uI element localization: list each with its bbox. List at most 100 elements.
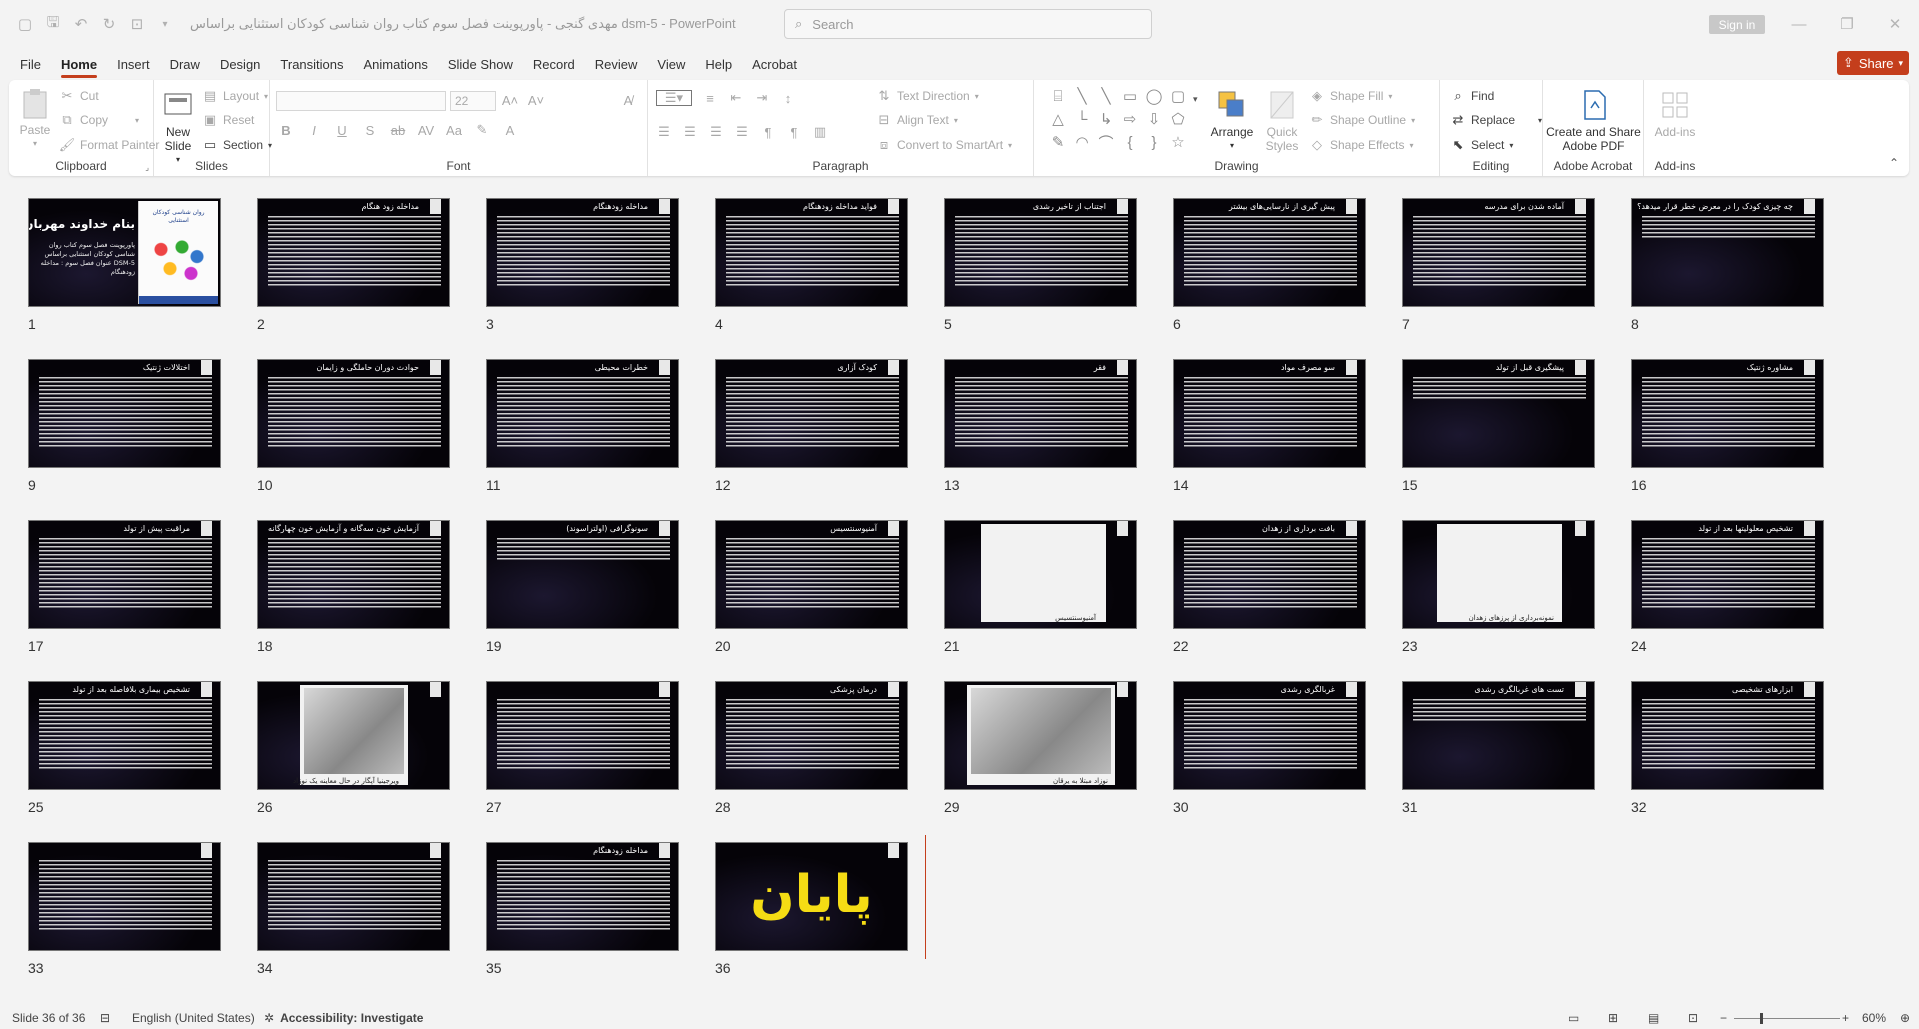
share-button[interactable]: ⇪ Share ▾ [1837, 51, 1909, 75]
slide-thumbnail[interactable] [28, 842, 221, 951]
convert-smartart-button[interactable]: ⧈ Convert to SmartArt ▾ [876, 137, 1012, 153]
slide-thumbnail[interactable]: تشخیص معلولیتها بعد از تولد [1631, 520, 1824, 629]
columns-icon[interactable]: ▥ [812, 124, 828, 140]
highlight-icon[interactable]: ✎ [474, 122, 490, 138]
close-icon[interactable]: ✕ [1880, 10, 1910, 38]
clear-formatting-button[interactable]: A̸ [620, 92, 636, 108]
present-icon[interactable]: ⊡ [126, 13, 148, 35]
bullets-icon[interactable]: ☰▾ [656, 90, 692, 106]
line-shape-icon[interactable]: ╲ [1073, 87, 1091, 105]
tab-file[interactable]: File [10, 57, 51, 78]
text-direction-button[interactable]: ⇅ Text Direction ▾ [876, 88, 979, 104]
slide-sorter-view-icon[interactable]: ⊞ [1608, 1011, 1618, 1025]
paste-button[interactable]: Paste ▾ [15, 86, 55, 151]
rounded-rect-shape-icon[interactable]: ▢ [1169, 87, 1187, 105]
arrange-button[interactable]: Arrange ▾ [1209, 88, 1255, 153]
align-right-icon[interactable]: ☰ [708, 124, 724, 140]
brace-left-shape-icon[interactable]: { [1121, 133, 1139, 151]
shapes-gallery[interactable]: ⌸ ╲ ╲ ▭ ◯ ▢ △ └ ↳ ⇨ ⇩ ⬠ ✎ ◠ ⌒ {} ☆ [1049, 87, 1189, 152]
justify-icon[interactable]: ☰ [734, 124, 750, 140]
slide-counter[interactable]: Slide 36 of 36 [12, 1011, 85, 1025]
change-case-icon[interactable]: Aa [446, 122, 462, 138]
reading-view-icon[interactable]: ▤ [1648, 1011, 1659, 1025]
zoom-slider[interactable] [1734, 1018, 1840, 1019]
slide-thumbnail[interactable]: حوادث دوران حاملگی و زایمان [257, 359, 450, 468]
slide-thumbnail[interactable]: نوزاد مبتلا به یرقان [944, 681, 1137, 790]
slide-thumbnail[interactable]: آمنیوسنتسیس [715, 520, 908, 629]
slide-thumbnail[interactable]: آماده شدن برای مدرسه [1402, 198, 1595, 307]
slide-thumbnail[interactable]: مشاوره ژنتیک [1631, 359, 1824, 468]
slide-thumbnail[interactable]: تشخیص بیماری بلافاصله بعد از تولد [28, 681, 221, 790]
tab-slide-show[interactable]: Slide Show [438, 57, 523, 78]
slide-thumbnail[interactable]: آزمایش خون سه‌گانه و آزمایش خون چهارگانه [257, 520, 450, 629]
shape-effects-button[interactable]: ◇ Shape Effects ▾ [1309, 137, 1414, 153]
cut-button[interactable]: ✂ Cut [59, 88, 99, 104]
elbow-arrow-icon[interactable]: ↳ [1097, 110, 1115, 128]
align-left-icon[interactable]: ☰ [656, 124, 672, 140]
underline-icon[interactable]: U [334, 122, 350, 138]
increase-font-button[interactable]: A˄ [502, 92, 518, 108]
align-center-icon[interactable]: ☰ [682, 124, 698, 140]
strikethrough-icon[interactable]: ab [390, 122, 406, 138]
language-indicator[interactable]: English (United States) [132, 1011, 255, 1025]
autosave-icon[interactable]: ▢ [14, 13, 36, 35]
slide-thumbnail[interactable]: تست های غربالگری رشدی [1402, 681, 1595, 790]
tab-help[interactable]: Help [695, 57, 742, 78]
line-spacing-icon[interactable]: ↕ [780, 90, 796, 106]
slide-thumbnail[interactable]: کودک آزاری [715, 359, 908, 468]
zoom-level[interactable]: 60% [1862, 1011, 1886, 1025]
slide-thumbnail[interactable]: سو مصرف مواد [1173, 359, 1366, 468]
slide-thumbnail[interactable]: بافت برداری از زهدان [1173, 520, 1366, 629]
tab-view[interactable]: View [647, 57, 695, 78]
star-shape-icon[interactable]: ☆ [1169, 133, 1187, 151]
dialog-launcher-icon[interactable]: ⌟ [145, 163, 149, 172]
tab-insert[interactable]: Insert [107, 57, 160, 78]
slide-thumbnail[interactable]: اختلالات ژنتیک [28, 359, 221, 468]
ltr-icon[interactable]: ¶ [760, 124, 776, 140]
tab-record[interactable]: Record [523, 57, 585, 78]
elbow-connector-icon[interactable]: └ [1073, 110, 1091, 128]
slide-thumbnail[interactable]: بنام خداوند مهربان پاورپوینت فصل سوم کتاب… [28, 198, 221, 307]
zoom-in-icon[interactable]: + [1842, 1011, 1849, 1025]
slide-thumbnail[interactable]: خطرات محیطی [486, 359, 679, 468]
line-shape-icon[interactable]: ╲ [1097, 87, 1115, 105]
normal-view-icon[interactable]: ▭ [1568, 1011, 1579, 1025]
tab-draw[interactable]: Draw [160, 57, 210, 78]
slide-thumbnail[interactable]: سونوگرافی (اولتراسوند) [486, 520, 679, 629]
slide-thumbnail[interactable] [486, 681, 679, 790]
slideshow-view-icon[interactable]: ⊡ [1688, 1011, 1698, 1025]
customize-qat-icon[interactable]: ▾ [154, 13, 176, 35]
fit-slide-icon[interactable]: ⊕ [1900, 1011, 1910, 1025]
section-button[interactable]: ▭ Section ▾ [202, 137, 272, 153]
slide-thumbnail[interactable]: اجتناب از تاخیر رشدی [944, 198, 1137, 307]
slide-thumbnail[interactable]: آمنیوسنتسیس [944, 520, 1137, 629]
font-name-combo[interactable] [276, 91, 446, 111]
slide-thumbnail[interactable]: مراقبت پیش از تولد [28, 520, 221, 629]
sign-in-button[interactable]: Sign in [1709, 15, 1765, 34]
right-arrow-shape-icon[interactable]: ⇨ [1121, 110, 1139, 128]
font-size-combo[interactable]: 22 [450, 91, 496, 111]
increase-indent-icon[interactable]: ⇥ [754, 90, 770, 106]
shadow-icon[interactable]: S [362, 122, 378, 138]
slide-thumbnail[interactable]: پایان [715, 842, 908, 951]
curve-shape-icon[interactable]: ⌒ [1097, 133, 1115, 152]
bold-icon[interactable]: B [278, 122, 294, 138]
triangle-shape-icon[interactable]: △ [1049, 110, 1067, 128]
shapes-more-icon[interactable]: ▾ [1193, 94, 1198, 105]
addins-button[interactable]: Add-ins [1652, 88, 1698, 139]
restore-icon[interactable]: ❐ [1832, 10, 1862, 38]
freeform-shape-icon[interactable]: ✎ [1049, 133, 1067, 151]
create-share-pdf-button[interactable]: Create and Share Adobe PDF [1545, 88, 1642, 153]
down-arrow-shape-icon[interactable]: ⇩ [1145, 110, 1163, 128]
shape-fill-button[interactable]: ◈ Shape Fill ▾ [1309, 88, 1392, 104]
pentagon-shape-icon[interactable]: ⬠ [1169, 110, 1187, 128]
tab-home[interactable]: Home [51, 57, 107, 78]
slide-thumbnail[interactable]: مداخله زودهنگام [486, 842, 679, 951]
align-text-button[interactable]: ⊟ Align Text ▾ [876, 112, 958, 128]
rectangle-shape-icon[interactable]: ▭ [1121, 87, 1139, 105]
oval-shape-icon[interactable]: ◯ [1145, 87, 1163, 105]
slide-thumbnail[interactable]: فقر [944, 359, 1137, 468]
tab-review[interactable]: Review [585, 57, 648, 78]
slide-thumbnail[interactable]: فواید مداخله زودهنگام [715, 198, 908, 307]
minimize-icon[interactable]: — [1784, 10, 1814, 38]
